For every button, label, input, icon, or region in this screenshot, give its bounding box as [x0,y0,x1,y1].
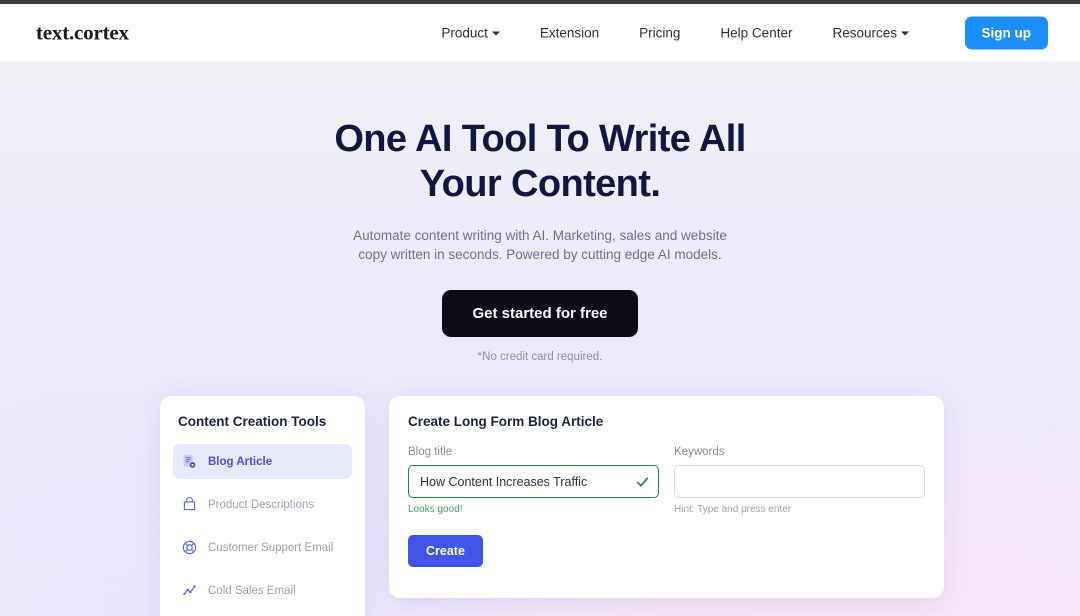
check-icon [636,477,649,486]
blog-title-hint: Looks good! [408,504,463,515]
hero-subtitle-line-2: copy written in seconds. Powered by cutt… [358,247,722,263]
keywords-label: Keywords [674,446,725,458]
blog-title-label: Blog title [408,446,453,458]
form-row: Blog title Looks good! Keywords Hint: Ty… [408,446,925,515]
tool-item-blog-article[interactable]: Blog Article [173,444,352,479]
keywords-field-group: Keywords Hint: Type and press enter [674,446,925,515]
keywords-hint: Hint: Type and press enter [674,504,792,515]
nav-item-label: Product [441,25,488,40]
signup-button[interactable]: Sign up [964,16,1048,49]
nav-item-label: Extension [539,25,600,40]
tool-item-customer-support-email[interactable]: Customer Support Email [173,530,352,565]
keywords-input-wrap [674,465,925,498]
blog-title-input-wrap [408,465,659,498]
get-started-button[interactable]: Get started for free [442,289,638,337]
nav-item-label: Help Center [720,25,793,40]
site-logo[interactable]: text.cortex [36,20,129,45]
nav-item-help-center[interactable]: Help Center [700,25,812,40]
left-panel-title: Content Creation Tools [178,414,327,429]
blog-title-field-group: Blog title Looks good! [408,446,659,515]
shopping-bag-icon [183,496,196,511]
content-creation-tools-panel: Content Creation Tools Blog Article Prod… [160,396,365,616]
demo-panels: Content Creation Tools Blog Article Prod… [0,396,1080,616]
hero-title-line-1: One AI Tool To Write All [334,118,746,160]
site-header: text.cortex Product Extension Pricing He… [0,4,1080,61]
tool-item-label: Blog Article [208,455,273,468]
nav-item-label: Pricing [639,25,681,40]
hero-section: One AI Tool To Write All Your Content. A… [0,61,1080,363]
blog-title-input[interactable] [408,465,659,498]
tool-item-label: Cold Sales Email [208,584,296,597]
tool-item-cold-sales-email[interactable]: Cold Sales Email [173,573,352,608]
tool-item-product-descriptions[interactable]: Product Descriptions [173,487,352,522]
page-title: One AI Tool To Write All Your Content. [0,117,1080,207]
create-button[interactable]: Create [408,535,483,567]
keywords-input[interactable] [674,465,925,498]
hero-subtitle-line-1: Automate content writing with AI. Market… [353,227,727,243]
nav-item-product[interactable]: Product [421,25,520,40]
lifebuoy-icon [182,540,197,555]
line-chart-icon [183,585,196,595]
nav-item-pricing[interactable]: Pricing [619,25,700,40]
create-article-panel: Create Long Form Blog Article Blog title… [389,396,944,598]
hero-subtitle: Automate content writing with AI. Market… [0,226,1080,265]
right-panel-title: Create Long Form Blog Article [408,414,604,429]
hero-title-line-2: Your Content. [419,162,661,205]
cta-note: *No credit card required. [477,350,603,363]
chevron-down-icon [491,31,500,36]
document-add-icon [183,454,196,468]
chevron-down-icon [901,31,909,36]
tool-item-label: Product Descriptions [208,498,315,511]
main-navigation: Product Extension Pricing Help Center Re… [421,25,929,40]
browser-top-strip [0,0,1080,4]
nav-item-resources[interactable]: Resources [812,25,929,40]
nav-item-label: Resources [832,25,897,40]
tool-item-label: Customer Support Email [208,541,334,554]
nav-item-extension[interactable]: Extension [520,25,619,40]
